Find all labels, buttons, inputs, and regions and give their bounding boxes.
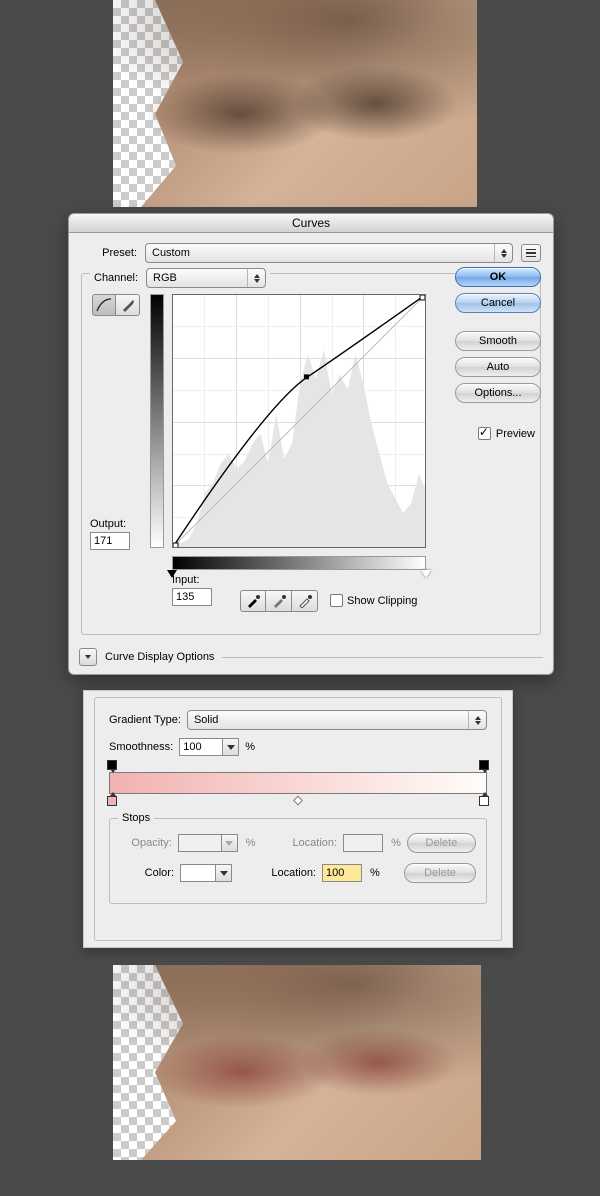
opacity-stop-row: Opacity: % Location: % Delete bbox=[120, 833, 476, 853]
smoothness-label: Smoothness: bbox=[109, 741, 173, 753]
stops-group: Stops Opacity: % Location: % Delete Colo… bbox=[109, 818, 487, 904]
black-eyedropper[interactable] bbox=[240, 590, 266, 612]
curves-dialog: Curves Preset: Custom Channel: RGB bbox=[68, 213, 554, 675]
channel-select[interactable]: RGB bbox=[146, 268, 266, 288]
gradient-type-value: Solid bbox=[194, 714, 218, 726]
gradient-type-label: Gradient Type: bbox=[109, 714, 181, 726]
opacity-location-label: Location: bbox=[280, 837, 338, 849]
opacity-flyout-button bbox=[222, 834, 238, 852]
preview-image-after bbox=[113, 965, 481, 1160]
smoothness-flyout-button[interactable] bbox=[223, 738, 239, 756]
percent-label: % bbox=[246, 837, 256, 849]
preset-select[interactable]: Custom bbox=[145, 243, 513, 263]
gradient-bar-area bbox=[109, 772, 487, 794]
input-input[interactable] bbox=[172, 588, 212, 606]
color-stop-right[interactable] bbox=[479, 796, 489, 806]
midpoint-handle[interactable] bbox=[293, 796, 303, 806]
curve-graph-area bbox=[172, 294, 426, 548]
ok-button[interactable]: OK bbox=[455, 267, 541, 287]
curve-display-options: Curve Display Options bbox=[79, 648, 543, 666]
options-button[interactable]: Options... bbox=[455, 383, 541, 403]
channel-label: Channel: bbox=[94, 272, 138, 284]
channel-value: RGB bbox=[153, 272, 177, 284]
show-clipping-checkbox[interactable] bbox=[330, 594, 343, 607]
gray-eyedropper[interactable] bbox=[266, 590, 292, 612]
divider bbox=[222, 657, 543, 658]
preset-menu-button[interactable] bbox=[521, 244, 541, 262]
percent-label: % bbox=[245, 741, 255, 753]
percent-label: % bbox=[391, 837, 401, 849]
color-stop-row: Color: Location: % Delete bbox=[120, 863, 476, 883]
select-caret-icon bbox=[247, 269, 265, 287]
color-swatch[interactable] bbox=[180, 864, 216, 882]
input-field: Input: bbox=[172, 574, 212, 606]
dialog-body: Preset: Custom Channel: RGB bbox=[69, 233, 553, 674]
smooth-button[interactable]: Smooth bbox=[455, 331, 541, 351]
gradient-editor-panel: Gradient Type: Solid Smoothness: % Stops bbox=[83, 690, 513, 948]
gradient-type-select[interactable]: Solid bbox=[187, 710, 487, 730]
percent-label: % bbox=[370, 867, 380, 879]
opacity-label: Opacity: bbox=[120, 837, 172, 849]
show-clipping-row: Show Clipping bbox=[330, 594, 417, 607]
color-flyout-button[interactable] bbox=[216, 864, 232, 882]
delete-color-stop-button: Delete bbox=[404, 863, 476, 883]
select-caret-icon bbox=[494, 244, 512, 262]
preview-label: Preview bbox=[496, 428, 535, 440]
preset-row: Preset: Custom bbox=[81, 243, 541, 263]
output-label: Output: bbox=[90, 518, 130, 530]
image-content bbox=[113, 0, 477, 207]
curve-pencil-tool[interactable] bbox=[116, 294, 140, 316]
dialog-title: Curves bbox=[69, 214, 553, 233]
smoothness-field bbox=[179, 738, 239, 756]
eyedropper-tools bbox=[240, 590, 318, 612]
color-location-input[interactable] bbox=[322, 864, 362, 882]
preset-label: Preset: bbox=[81, 247, 137, 259]
delete-opacity-stop-button: Delete bbox=[407, 833, 476, 853]
gradient-group: Gradient Type: Solid Smoothness: % Stops bbox=[94, 697, 502, 941]
preset-value: Custom bbox=[152, 247, 190, 259]
curve-tools bbox=[92, 294, 140, 316]
output-field: Output: bbox=[90, 518, 130, 550]
white-point-slider[interactable] bbox=[421, 570, 431, 578]
expand-options-button[interactable] bbox=[79, 648, 97, 666]
smoothness-row: Smoothness: % bbox=[109, 738, 487, 756]
display-options-label: Curve Display Options bbox=[105, 651, 214, 663]
color-field bbox=[180, 864, 232, 882]
auto-button[interactable]: Auto bbox=[455, 357, 541, 377]
curve-path bbox=[173, 295, 425, 547]
vertical-gradient-ramp bbox=[150, 294, 164, 548]
opacity-input bbox=[178, 834, 222, 852]
show-clipping-label: Show Clipping bbox=[347, 595, 417, 607]
output-input[interactable] bbox=[90, 532, 130, 550]
gradient-type-row: Gradient Type: Solid bbox=[109, 710, 487, 730]
color-stop-left[interactable] bbox=[107, 796, 117, 806]
cancel-button[interactable]: Cancel bbox=[455, 293, 541, 313]
smoothness-input[interactable] bbox=[179, 738, 223, 756]
opacity-field bbox=[178, 834, 238, 852]
stops-group-label: Stops bbox=[118, 812, 154, 824]
white-eyedropper[interactable] bbox=[292, 590, 318, 612]
image-content bbox=[113, 965, 481, 1160]
gradient-preview-bar[interactable] bbox=[109, 772, 487, 794]
color-location-label: Location: bbox=[256, 867, 316, 879]
preview-image-before bbox=[113, 0, 477, 207]
input-label: Input: bbox=[172, 574, 212, 586]
dialog-buttons: OK Cancel Smooth Auto Options... bbox=[455, 267, 541, 403]
color-label: Color: bbox=[120, 867, 174, 879]
preview-checkbox[interactable] bbox=[478, 427, 491, 440]
opacity-stop-left[interactable] bbox=[107, 760, 117, 770]
opacity-location-input bbox=[343, 834, 383, 852]
opacity-stop-right[interactable] bbox=[479, 760, 489, 770]
curve-graph[interactable] bbox=[172, 294, 426, 548]
horizontal-gradient-ramp bbox=[172, 556, 426, 570]
channel-row: Channel: RGB bbox=[90, 268, 270, 288]
curve-point-tool[interactable] bbox=[92, 294, 116, 316]
preview-row: Preview bbox=[478, 427, 535, 440]
select-caret-icon bbox=[468, 711, 486, 729]
